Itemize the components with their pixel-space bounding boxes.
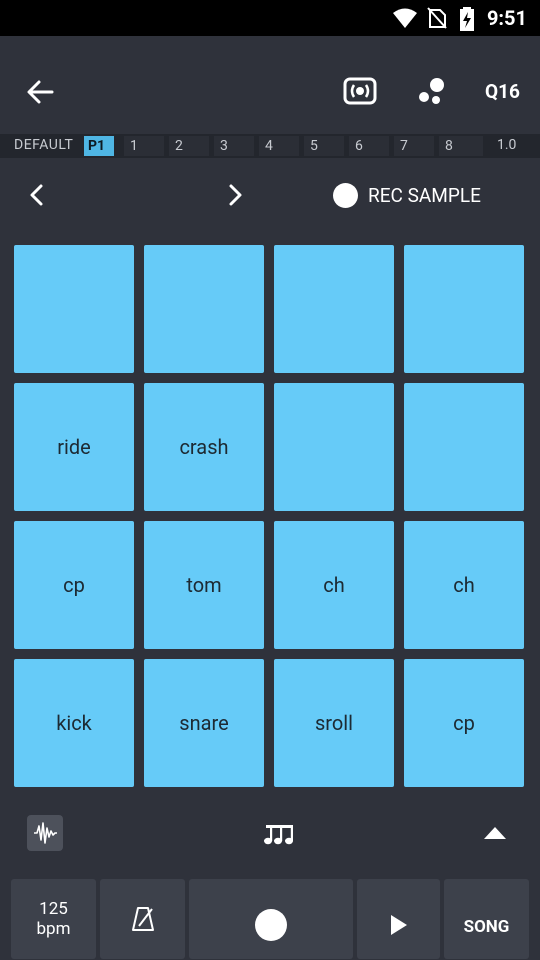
pad-grid: ride crash cp tom ch ch kick snare sroll… [14,245,524,787]
pad-label: snare [179,711,229,735]
status-bar: 9:51 [0,0,540,36]
battery-charging-icon [460,7,474,31]
pad-label: kick [56,711,92,735]
pad[interactable] [404,383,524,511]
pad[interactable]: kick [14,659,134,787]
waveform-button[interactable] [27,815,63,851]
effects-bubbles-icon[interactable] [417,76,447,106]
wifi-icon [393,8,417,28]
pad[interactable] [144,245,264,373]
pattern-cell-2[interactable]: 2 [169,136,209,156]
tempo-unit: bpm [36,919,71,939]
song-label: SONG [463,917,510,937]
pad[interactable] [404,245,524,373]
app-bar: Q16 [0,36,540,134]
rec-sample-label[interactable]: REC SAMPLE [368,184,481,207]
chevron-right-icon[interactable] [224,182,246,208]
pattern-cell-7[interactable]: 7 [394,136,434,156]
waveform-icon [34,822,57,844]
status-time: 9:51 [486,6,527,30]
pad[interactable]: snare [144,659,264,787]
transport-bar: 125 bpm SONG [0,872,540,960]
pad-label: ch [323,573,345,597]
pattern-cell-p1[interactable]: P1 [84,136,114,156]
pad[interactable]: ride [14,383,134,511]
pad[interactable]: sroll [274,659,394,787]
pattern-cell-8[interactable]: 8 [439,136,483,156]
pad[interactable] [14,245,134,373]
pad[interactable]: cp [14,521,134,649]
pad[interactable]: ch [274,521,394,649]
pattern-cell-6[interactable]: 6 [349,136,389,156]
metronome-icon [132,907,154,931]
play-button[interactable] [357,879,440,959]
back-arrow-icon[interactable] [24,76,56,108]
pattern-cell-5[interactable]: 5 [304,136,344,156]
pad-label: ride [57,435,91,459]
pattern-cell-4[interactable]: 4 [259,136,299,156]
tempo-value: 125 [39,899,68,919]
pad-label: crash [179,435,229,459]
expand-up-icon[interactable] [484,827,506,839]
record-icon [255,909,287,941]
pad-label: cp [453,711,475,735]
rec-sample-radio[interactable] [333,183,358,208]
pattern-cell-1[interactable]: 1 [124,136,164,156]
pad[interactable] [274,245,394,373]
tempo-button[interactable]: 125 bpm [11,879,96,959]
pad-label: sroll [314,711,354,735]
metronome-button[interactable] [100,879,185,959]
pattern-default-label[interactable]: DEFAULT [14,137,73,153]
pattern-speed[interactable]: 1.0 [497,137,516,153]
no-sim-icon [427,7,447,29]
pad[interactable]: tom [144,521,264,649]
record-button[interactable] [189,879,353,959]
pattern-cell-3[interactable]: 3 [214,136,254,156]
music-notes-icon[interactable] [262,822,296,846]
pad[interactable]: crash [144,383,264,511]
pad-label: cp [63,573,85,597]
pad-label: ch [453,573,475,597]
pad[interactable]: cp [404,659,524,787]
chevron-left-icon[interactable] [26,182,48,208]
quantize-button[interactable]: Q16 [485,80,520,103]
pattern-strip: DEFAULT P1 1 2 3 4 5 6 7 8 1.0 [0,134,540,158]
live-broadcast-icon[interactable] [343,76,377,106]
pad[interactable]: ch [404,521,524,649]
song-mode-button[interactable]: SONG [444,879,529,959]
play-icon [391,915,407,935]
pad[interactable] [274,383,394,511]
pad-label: tom [186,573,222,597]
